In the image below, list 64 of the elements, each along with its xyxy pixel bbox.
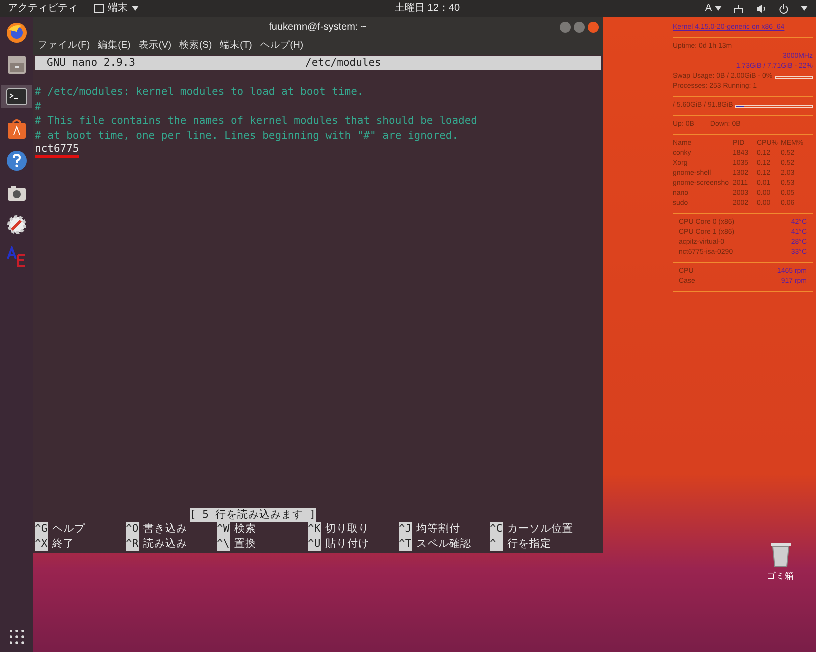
caret-icon[interactable] — [132, 6, 139, 11]
shortcut-key: ^_ — [490, 536, 503, 551]
browser-icon[interactable] — [6, 22, 28, 44]
help-icon[interactable] — [6, 150, 28, 172]
power-icon[interactable] — [779, 4, 789, 14]
shortcut-label: 書き込み — [144, 522, 188, 536]
shortcut-label: 行を指定 — [508, 536, 552, 551]
file-cabinet-icon[interactable] — [6, 54, 28, 76]
comment-line: # — [35, 100, 42, 114]
shortcut-key: ^W — [217, 522, 230, 536]
comment-line: # /etc/modules: kernel modules to load at boot time. — [35, 85, 365, 100]
activities-button[interactable]: アクティビティ — [8, 1, 78, 16]
shortcut-label: スペル確認 — [416, 536, 472, 551]
menu-item[interactable]: 端末(T) — [220, 38, 252, 54]
shortcut-key: ^R — [126, 536, 139, 551]
terminal-icon — [94, 4, 104, 13]
font-letters-icon[interactable] — [6, 246, 28, 268]
menu-item[interactable]: ヘルプ(H) — [260, 38, 304, 54]
close-button[interactable] — [588, 22, 599, 32]
dock-item[interactable] — [1, 85, 32, 108]
minimize-button[interactable] — [560, 22, 571, 32]
shortcut-key: ^O — [126, 522, 139, 536]
window-title: fuukemn@f-system: ~ — [269, 20, 367, 34]
network-icon[interactable] — [734, 4, 744, 14]
shortcut-key: ^K — [308, 522, 321, 536]
trash-can-icon[interactable] — [770, 542, 792, 568]
gear-icon[interactable] — [6, 214, 28, 236]
shortcut-key: ^U — [308, 536, 321, 551]
shortcut-label: 切り取り — [326, 522, 370, 536]
shortcut-key: ^J — [399, 522, 412, 536]
shortcut-key: ^C — [490, 522, 503, 536]
nano-version: GNU nano 2.9.3 — [47, 56, 136, 70]
comment-line: # This file contains the names of kernel modules that should be loaded — [35, 114, 479, 128]
shortcut-key: ^\ — [217, 536, 230, 551]
app-grid-icon[interactable] — [10, 630, 24, 644]
volume-icon[interactable] — [756, 4, 767, 14]
file-name: /etc/modules — [306, 56, 382, 70]
shortcut-key: ^T — [399, 536, 412, 551]
comment-line: # at boot time, one per line. Lines beginning with "#" are ignored. — [35, 128, 460, 143]
menu-item[interactable]: ファイル(F) — [38, 38, 90, 54]
shortcut-label: ヘルプ — [52, 522, 86, 536]
shortcut-key: ^X — [35, 536, 48, 551]
terminal-icon[interactable] — [6, 86, 28, 108]
clock[interactable]: 土曜日 12：40 — [395, 1, 460, 16]
menu-item[interactable]: 検索(S) — [179, 38, 212, 54]
input-method-menu[interactable]: A — [705, 1, 722, 16]
shortcut-label: 読み込み — [144, 536, 188, 551]
trash-label[interactable]: ゴミ箱 — [767, 570, 794, 584]
shortcut-label: 均等割付 — [416, 522, 461, 536]
shopping-bag-icon[interactable] — [6, 118, 28, 140]
app-menu[interactable]: 端末 — [94, 1, 139, 16]
shortcut-label: カーソル位置 — [508, 522, 574, 536]
shortcut-key: ^G — [35, 522, 48, 536]
status-message: [ 5 行を読み込みます ] — [190, 508, 316, 522]
caret-icon — [715, 6, 722, 11]
shortcut-label: 置換 — [234, 536, 257, 551]
shortcut-label: 貼り付け — [326, 536, 370, 551]
menu-item[interactable]: 編集(E) — [98, 38, 131, 54]
maximize-button[interactable] — [574, 22, 585, 32]
caret-icon[interactable] — [801, 6, 808, 11]
menu-item[interactable]: 表示(V) — [138, 38, 172, 54]
shortcut-label: 終了 — [52, 536, 75, 551]
shortcut-label: 検索 — [234, 522, 257, 536]
code-line: nct6775 — [35, 143, 80, 158]
